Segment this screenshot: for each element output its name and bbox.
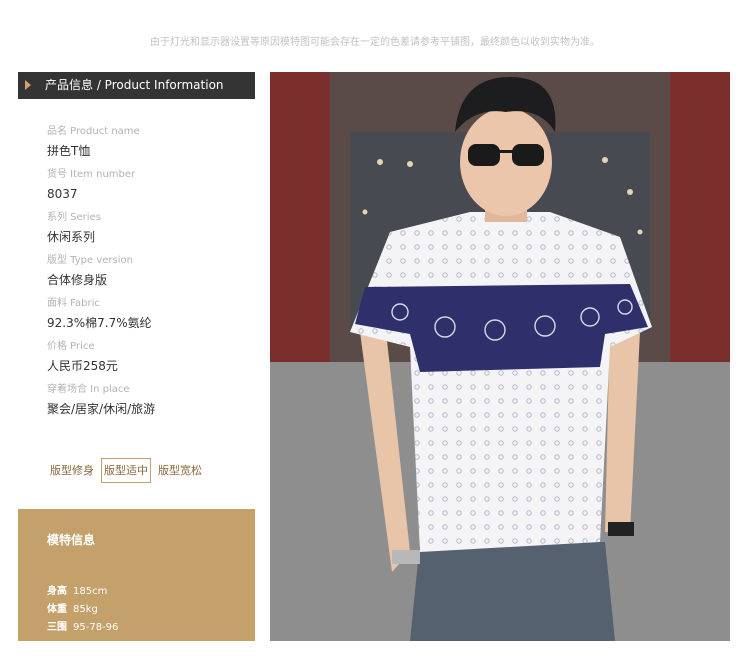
spec-label: 价格 Price — [47, 341, 95, 352]
spec-occasion: 穿着场合 In place 聚会/居家/休闲/旅游 — [47, 383, 255, 418]
panel-header: 产品信息 / Product Information — [18, 72, 255, 99]
spec-list: 品名 Product name 拼色T恤 货号 Item number 8037… — [18, 99, 255, 418]
spec-value: 合体修身版 — [47, 273, 108, 287]
model-illustration — [270, 72, 730, 641]
spec-type-version: 版型 Type version 合体修身版 — [47, 254, 255, 289]
spec-label: 系列 Series — [47, 212, 101, 223]
spec-fabric: 面料 Fabric 92.3%棉7.7%氨纶 — [47, 297, 255, 332]
model-height: 身高 185cm — [47, 582, 107, 597]
model-height-value: 185cm — [73, 586, 108, 597]
spec-value: 休闲系列 — [47, 230, 96, 244]
spec-value: 8037 — [47, 187, 78, 201]
model-measurements: 三围 95-78-96 — [47, 618, 118, 633]
spec-label: 品名 Product name — [47, 126, 140, 137]
model-photo — [270, 72, 730, 641]
model-measurements-value: 95-78-96 — [73, 622, 119, 633]
color-notice: 由于灯光和显示器设置等原因模特图可能会存在一定的色差请参考平铺图，最终颜色以收到… — [150, 37, 600, 48]
spec-label: 面料 Fabric — [47, 298, 100, 309]
spec-value: 人民币258元 — [47, 359, 118, 373]
fit-option-regular: 版型适中 — [101, 458, 151, 483]
spec-value: 聚会/居家/休闲/旅游 — [47, 402, 156, 416]
panel-title: 产品信息 / Product Information — [45, 78, 224, 92]
spec-item-number: 货号 Item number 8037 — [47, 168, 255, 203]
arrow-icon — [25, 80, 31, 90]
model-height-label: 身高 — [47, 586, 67, 597]
spec-series: 系列 Series 休闲系列 — [47, 211, 255, 246]
spec-value: 92.3%棉7.7%氨纶 — [47, 316, 152, 330]
spec-label: 穿着场合 In place — [47, 384, 130, 395]
spec-product-name: 品名 Product name 拼色T恤 — [47, 125, 255, 160]
model-weight: 体重 85kg — [47, 600, 98, 615]
fit-option-loose: 版型宽松 — [158, 464, 202, 477]
spec-label: 货号 Item number — [47, 169, 136, 180]
fit-options: 版型修身 版型适中 版型宽松 — [47, 458, 205, 483]
model-measurements-label: 三围 — [47, 622, 67, 633]
model-info-title: 模特信息 — [47, 533, 96, 547]
spec-value: 拼色T恤 — [47, 144, 91, 158]
model-weight-value: 85kg — [73, 604, 98, 615]
model-info-box: 模特信息 身高 185cm 体重 85kg 三围 95-78-96 — [18, 509, 255, 641]
model-weight-label: 体重 — [47, 604, 67, 615]
spec-label: 版型 Type version — [47, 255, 133, 266]
product-info-panel: 产品信息 / Product Information 品名 Product na… — [18, 72, 255, 641]
fit-option-slim: 版型修身 — [50, 464, 94, 477]
spec-price: 价格 Price 人民币258元 — [47, 340, 255, 375]
